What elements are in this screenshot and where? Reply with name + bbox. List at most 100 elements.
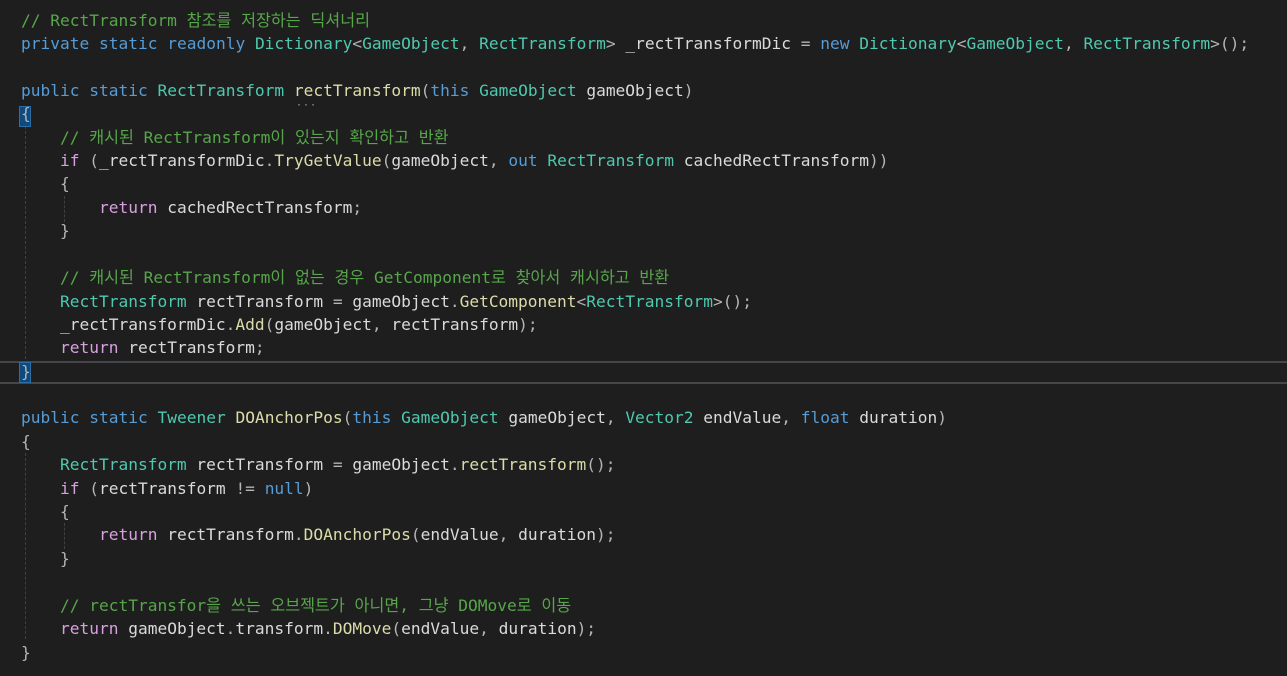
code-token: out	[508, 151, 538, 170]
code-line[interactable]: return cachedRectTransform;	[21, 196, 362, 219]
code-line[interactable]: {	[21, 430, 31, 453]
code-token: RectTransform	[157, 81, 285, 100]
code-token: static	[98, 34, 158, 53]
code-token: }	[21, 362, 31, 381]
code-editor[interactable]: ··· // RectTransform 참조를 저장하는 딕셔너리 privat…	[0, 0, 1287, 676]
code-token: (	[410, 525, 421, 544]
code-token: RectTransform	[547, 151, 675, 170]
code-line[interactable]: // 캐시된 RectTransform이 있는지 확인하고 반환	[21, 126, 449, 149]
code-line[interactable]: if (rectTransform != null)	[21, 477, 313, 500]
code-line[interactable]: return rectTransform;	[21, 336, 265, 359]
code-token: .	[225, 315, 236, 334]
code-token: return	[59, 338, 119, 357]
code-token: duration	[518, 525, 597, 544]
code-token: float	[800, 408, 850, 427]
code-token: ,	[781, 408, 801, 427]
code-token: ,	[459, 34, 480, 53]
code-token: }	[59, 549, 70, 568]
code-token: {	[21, 104, 31, 123]
code-line[interactable]: return gameObject.transform.DOMove(endVa…	[21, 617, 596, 640]
code-line[interactable]: RectTransform rectTransform = gameObject…	[21, 453, 616, 476]
code-line[interactable]: }	[21, 219, 70, 242]
code-token: DOMove	[332, 619, 392, 638]
code-line[interactable]: }	[21, 641, 31, 664]
code-token: =	[332, 292, 343, 311]
code-token: gameObject	[391, 151, 489, 170]
code-token: (	[342, 408, 353, 427]
code-line[interactable]: {	[21, 172, 70, 195]
code-token: GameObject	[479, 81, 577, 100]
code-token: >();	[1210, 34, 1250, 53]
code-token: // 캐시된 RectTransform이 있는지 확인하고 반환	[59, 128, 449, 147]
code-token: ;	[254, 338, 265, 357]
code-token: _rectTransformDic	[615, 34, 801, 53]
code-token: .	[449, 455, 460, 474]
code-token: <	[352, 34, 363, 53]
code-token: rectTransform	[391, 315, 519, 334]
code-line[interactable]: {	[21, 102, 31, 125]
code-token: endValue	[401, 619, 480, 638]
code-token: _rectTransformDic	[98, 151, 265, 170]
code-token: this	[352, 408, 392, 427]
code-line[interactable]: }	[21, 360, 31, 383]
code-token: private	[21, 34, 90, 53]
code-token: ,	[488, 151, 509, 170]
code-token: DOAnchorPos	[235, 408, 343, 427]
code-token: ;	[352, 198, 363, 217]
code-line[interactable]: public static RectTransform rectTransfor…	[21, 79, 694, 102]
code-line[interactable]: private static readonly Dictionary<GameO…	[21, 32, 1249, 55]
code-token: (	[89, 479, 99, 498]
code-token: Tweener	[157, 408, 226, 427]
code-token: GameObject	[966, 34, 1064, 53]
code-line[interactable]: {	[21, 500, 70, 523]
code-token: (	[381, 151, 392, 170]
code-token: static	[89, 408, 148, 427]
code-token: =	[800, 34, 811, 53]
code-token: gameObject	[118, 619, 226, 638]
code-token: DOAnchorPos	[303, 525, 411, 544]
code-line[interactable]: return rectTransform.DOAnchorPos(endValu…	[21, 523, 616, 546]
code-token: .	[323, 619, 333, 638]
code-token: (	[391, 619, 402, 638]
code-line[interactable]: }	[21, 547, 70, 570]
code-token: readonly	[167, 34, 246, 53]
code-line[interactable]: // rectTransfor을 쓰는 오브젝트가 아니면, 그냥 DOMove…	[21, 594, 571, 617]
code-token: rectTransform	[459, 455, 587, 474]
code-line[interactable]: _rectTransformDic.Add(gameObject, rectTr…	[21, 313, 538, 336]
code-line[interactable]: // 캐시된 RectTransform이 없는 경우 GetComponent…	[21, 266, 669, 289]
code-line[interactable]: RectTransform rectTransform = gameObject…	[21, 290, 752, 313]
code-token: .	[449, 292, 460, 311]
code-token: cachedRectTransform	[674, 151, 869, 170]
code-token: >();	[712, 292, 752, 311]
code-token: ))	[868, 151, 889, 170]
code-token: if	[59, 479, 80, 498]
code-token: {	[59, 502, 70, 521]
code-token: );	[596, 525, 616, 544]
code-line[interactable]: if (_rectTransformDic.TryGetValue(gameOb…	[21, 149, 888, 172]
code-token: rectTransform	[186, 455, 333, 474]
code-token: gameObject	[498, 408, 606, 427]
code-token: }	[21, 643, 31, 662]
code-token: RectTransform	[59, 455, 187, 474]
code-line[interactable]: // RectTransform 참조를 저장하는 딕셔너리	[21, 9, 370, 32]
code-token: (	[420, 81, 431, 100]
code-token: // 캐시된 RectTransform이 없는 경우 GetComponent…	[59, 268, 670, 287]
code-token: {	[21, 432, 31, 451]
code-line[interactable]: public static Tweener DOAnchorPos(this G…	[21, 406, 947, 429]
code-token: static	[89, 81, 148, 100]
code-token: endValue	[420, 525, 499, 544]
code-token: .	[264, 151, 275, 170]
code-token: >	[605, 34, 616, 53]
quick-action-dots-icon[interactable]: ···	[296, 101, 317, 111]
code-token: this	[430, 81, 470, 100]
